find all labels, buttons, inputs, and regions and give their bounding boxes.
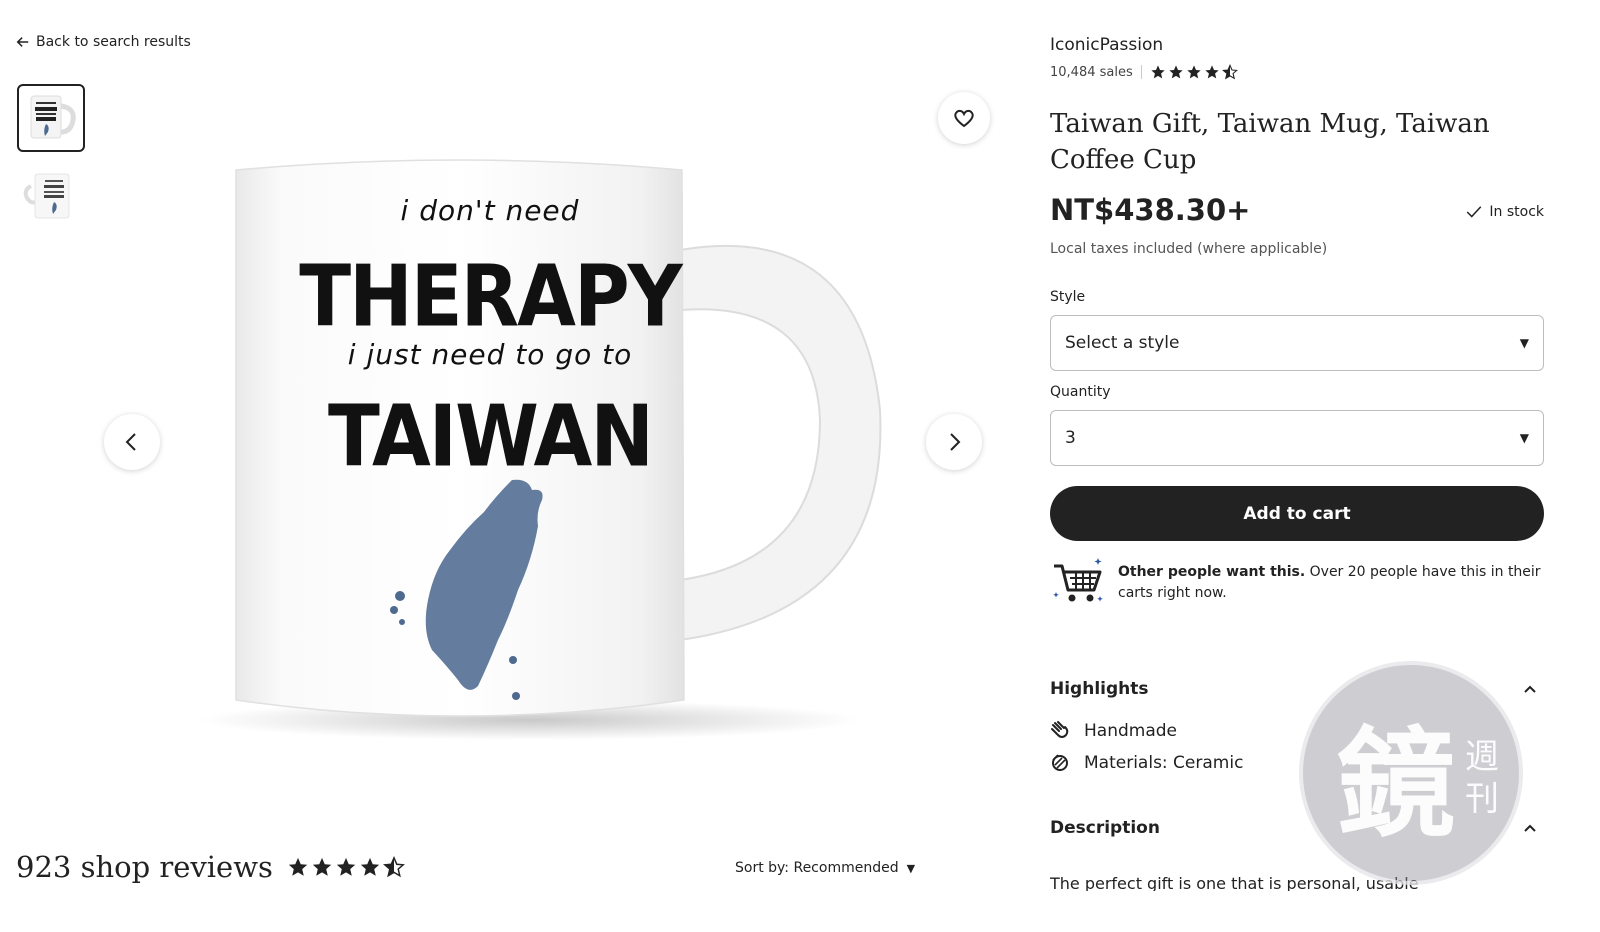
back-link-label: Back to search results — [36, 34, 191, 50]
svg-text:鏡: 鏡 — [1337, 715, 1455, 853]
hand-icon — [1051, 721, 1069, 738]
shop-reviews-count: 923 shop reviews — [16, 850, 273, 884]
arrow-left-icon — [16, 37, 29, 47]
chevron-up-icon — [1524, 824, 1536, 832]
materials-icon — [1052, 754, 1068, 771]
add-to-cart-button[interactable]: Add to cart — [1050, 486, 1544, 541]
shop-meta: 10,484 sales — [1050, 64, 1238, 80]
star-half-icon — [382, 856, 405, 878]
highlight-handmade: Handmade — [1050, 721, 1177, 741]
star-icon — [1151, 65, 1165, 79]
star-icon — [288, 857, 308, 876]
sort-reviews-dropdown[interactable]: Sort by: Recommended ▼ — [735, 860, 915, 876]
product-title: Taiwan Gift, Taiwan Mug, Taiwan Coffee C… — [1050, 109, 1490, 175]
star-icon — [336, 857, 356, 876]
mug-print-line-2: THERAPY — [299, 246, 682, 346]
mug-print-line-3: i just need to go to — [347, 338, 633, 371]
style-select-value: Select a style — [1065, 333, 1180, 353]
quantity-select[interactable]: 3 ▼ — [1050, 410, 1544, 466]
social-proof-text: Other people want this. Over 20 people h… — [1118, 562, 1544, 606]
main-product-image: i don't need THERAPY i just need to go t… — [100, 80, 1020, 800]
style-label: Style — [1050, 289, 1086, 305]
highlight-materials: Materials: Ceramic — [1050, 753, 1243, 773]
highlights-title: Highlights — [1050, 679, 1149, 699]
reviews-star-rating — [287, 856, 405, 878]
star-icon — [312, 857, 332, 876]
mug-thumbnail-image — [30, 95, 76, 139]
chevron-right-icon — [950, 433, 961, 451]
thumbnail-mug-front[interactable] — [17, 84, 85, 152]
chevron-left-icon — [125, 433, 136, 451]
stock-status: In stock — [1465, 203, 1544, 221]
stock-label: In stock — [1489, 204, 1544, 220]
caret-down-icon: ▼ — [1519, 336, 1529, 350]
social-proof-bold: Other people want this. — [1118, 564, 1306, 580]
star-icon — [360, 857, 380, 876]
sort-label: Sort by: Recommended — [735, 860, 899, 876]
highlight-handmade-label: Handmade — [1084, 721, 1177, 741]
shop-name-link[interactable]: IconicPassion — [1050, 35, 1163, 55]
back-to-search-link[interactable]: Back to search results — [16, 34, 191, 50]
shop-reviews-heading: 923 shop reviews — [16, 850, 405, 884]
star-icon — [1187, 65, 1201, 79]
favorite-button[interactable] — [938, 92, 990, 144]
previous-image-button[interactable] — [104, 414, 160, 470]
svg-text:刊: 刊 — [1465, 779, 1499, 819]
heart-icon — [954, 109, 974, 128]
shop-star-rating[interactable] — [1150, 64, 1238, 80]
next-image-button[interactable] — [926, 414, 982, 470]
product-price: NT$438.30+ — [1050, 193, 1251, 227]
star-half-icon — [1221, 64, 1238, 80]
caret-down-icon: ▼ — [906, 861, 916, 875]
highlight-materials-label: Materials: Ceramic — [1084, 753, 1244, 773]
star-icon — [1205, 65, 1219, 79]
quantity-select-value: 3 — [1065, 428, 1076, 448]
mug-thumbnail-image — [23, 173, 70, 219]
mug-print-line-1: i don't need — [400, 194, 580, 227]
svg-text:週: 週 — [1465, 737, 1499, 777]
mug-print-line-4: TAIWAN — [328, 386, 654, 486]
style-select[interactable]: Select a style ▼ — [1050, 315, 1544, 371]
shopping-cart-icon — [1053, 558, 1103, 602]
caret-down-icon: ▼ — [1519, 431, 1529, 445]
description-title: Description — [1050, 818, 1160, 838]
tax-note: Local taxes included (where applicable) — [1050, 241, 1328, 257]
checkmark-icon — [1467, 206, 1482, 218]
shop-sales: 10,484 sales — [1050, 64, 1133, 80]
social-proof-notice: Other people want this. Over 20 people h… — [1050, 556, 1544, 606]
divider — [1140, 65, 1142, 79]
thumbnail-mug-side[interactable] — [17, 162, 85, 230]
mirror-media-watermark-logo: 鏡 週 刊 — [1299, 661, 1523, 885]
chevron-up-icon — [1524, 685, 1536, 693]
quantity-label: Quantity — [1050, 384, 1111, 400]
star-icon — [1169, 65, 1183, 79]
